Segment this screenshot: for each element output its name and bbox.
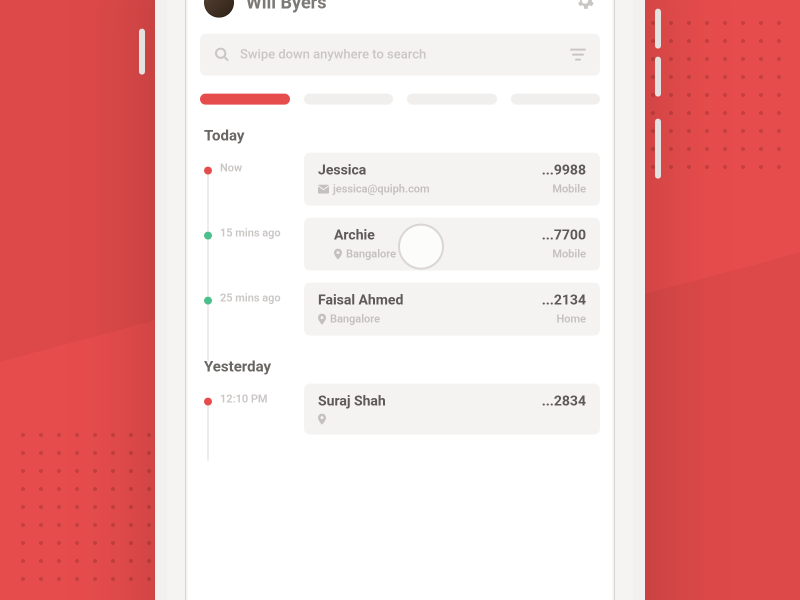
contact-sub: Bangalore <box>330 313 380 326</box>
bg-dots <box>14 426 174 586</box>
section-header: Yesterday <box>200 348 600 384</box>
phone-bezel: LTE 100% 5:42 Will Byers <box>167 0 633 600</box>
contact-sub: Bangalore <box>346 248 396 261</box>
phone-side-button <box>655 57 661 97</box>
call-log: Today Now Jessica <box>186 113 614 447</box>
search-icon <box>214 47 230 63</box>
page-title: Will Byers <box>246 0 562 13</box>
timeline-line <box>207 305 209 362</box>
contact-card[interactable]: Archie Bangalore ...7700 Mobile <box>304 218 600 271</box>
app-background: LTE 100% 5:42 Will Byers <box>0 0 800 600</box>
time-label: 15 mins ago <box>220 227 281 240</box>
phone-side-button <box>655 9 661 49</box>
contact-name: Archie <box>334 228 396 244</box>
timeline-line <box>207 406 209 461</box>
phone-frame: LTE 100% 5:42 Will Byers <box>155 0 645 600</box>
phone-number: ...9988 <box>542 163 586 179</box>
number-type: Mobile <box>542 248 586 261</box>
pin-icon <box>318 414 326 425</box>
contact-card[interactable]: Jessica jessica@quiph.com ...9988 Mobile <box>304 153 600 206</box>
gear-icon <box>574 0 596 12</box>
phone-side-button <box>655 119 661 179</box>
phone-side-button <box>139 29 145 75</box>
tab-3[interactable] <box>407 94 497 105</box>
timeline: 15 mins ago <box>200 218 292 283</box>
list-item[interactable]: 15 mins ago Archie Bangalore <box>200 218 600 283</box>
number-type: Home <box>542 313 586 326</box>
avatar[interactable] <box>204 0 234 18</box>
header: Will Byers <box>186 0 614 26</box>
mail-icon <box>318 185 329 194</box>
search-input[interactable] <box>240 47 560 62</box>
time-label: 25 mins ago <box>220 292 281 305</box>
status-dot <box>204 232 212 240</box>
contact-name: Jessica <box>318 163 430 179</box>
timeline: 25 mins ago <box>200 283 292 348</box>
time-label: Now <box>220 162 242 175</box>
status-dot <box>204 297 212 305</box>
phone-number: ...7700 <box>542 228 586 244</box>
status-dot <box>204 167 212 175</box>
filter-icon[interactable] <box>570 48 586 62</box>
tab-1[interactable] <box>200 94 290 105</box>
list-item[interactable]: 25 mins ago Faisal Ahmed Bangalore <box>200 283 600 348</box>
settings-button[interactable] <box>574 0 596 16</box>
list-item[interactable]: 12:10 PM Suraj Shah ...28 <box>200 384 600 447</box>
pin-icon <box>318 314 326 325</box>
tab-2[interactable] <box>304 94 394 105</box>
tab-bar <box>186 76 614 113</box>
bg-dots <box>626 14 786 174</box>
timeline: 12:10 PM <box>200 384 292 447</box>
status-dot <box>204 398 212 406</box>
number-type: Mobile <box>542 183 586 196</box>
contact-sub: jessica@quiph.com <box>333 183 430 196</box>
phone-number: ...2834 <box>542 394 586 410</box>
contact-card[interactable]: Faisal Ahmed Bangalore ...2134 Home <box>304 283 600 336</box>
list-item[interactable]: Now Jessica jessica@quiph.com <box>200 153 600 218</box>
pin-icon <box>334 249 342 260</box>
tab-4[interactable] <box>511 94 601 105</box>
time-label: 12:10 PM <box>220 393 268 406</box>
search-bar[interactable] <box>200 34 600 76</box>
contact-name: Faisal Ahmed <box>318 293 403 309</box>
contact-card[interactable]: Suraj Shah ...2834 <box>304 384 600 435</box>
section-header: Today <box>200 117 600 153</box>
screen: LTE 100% 5:42 Will Byers <box>185 0 615 600</box>
contact-name: Suraj Shah <box>318 394 386 410</box>
touch-indicator <box>398 224 444 270</box>
timeline: Now <box>200 153 292 218</box>
phone-number: ...2134 <box>542 293 586 309</box>
